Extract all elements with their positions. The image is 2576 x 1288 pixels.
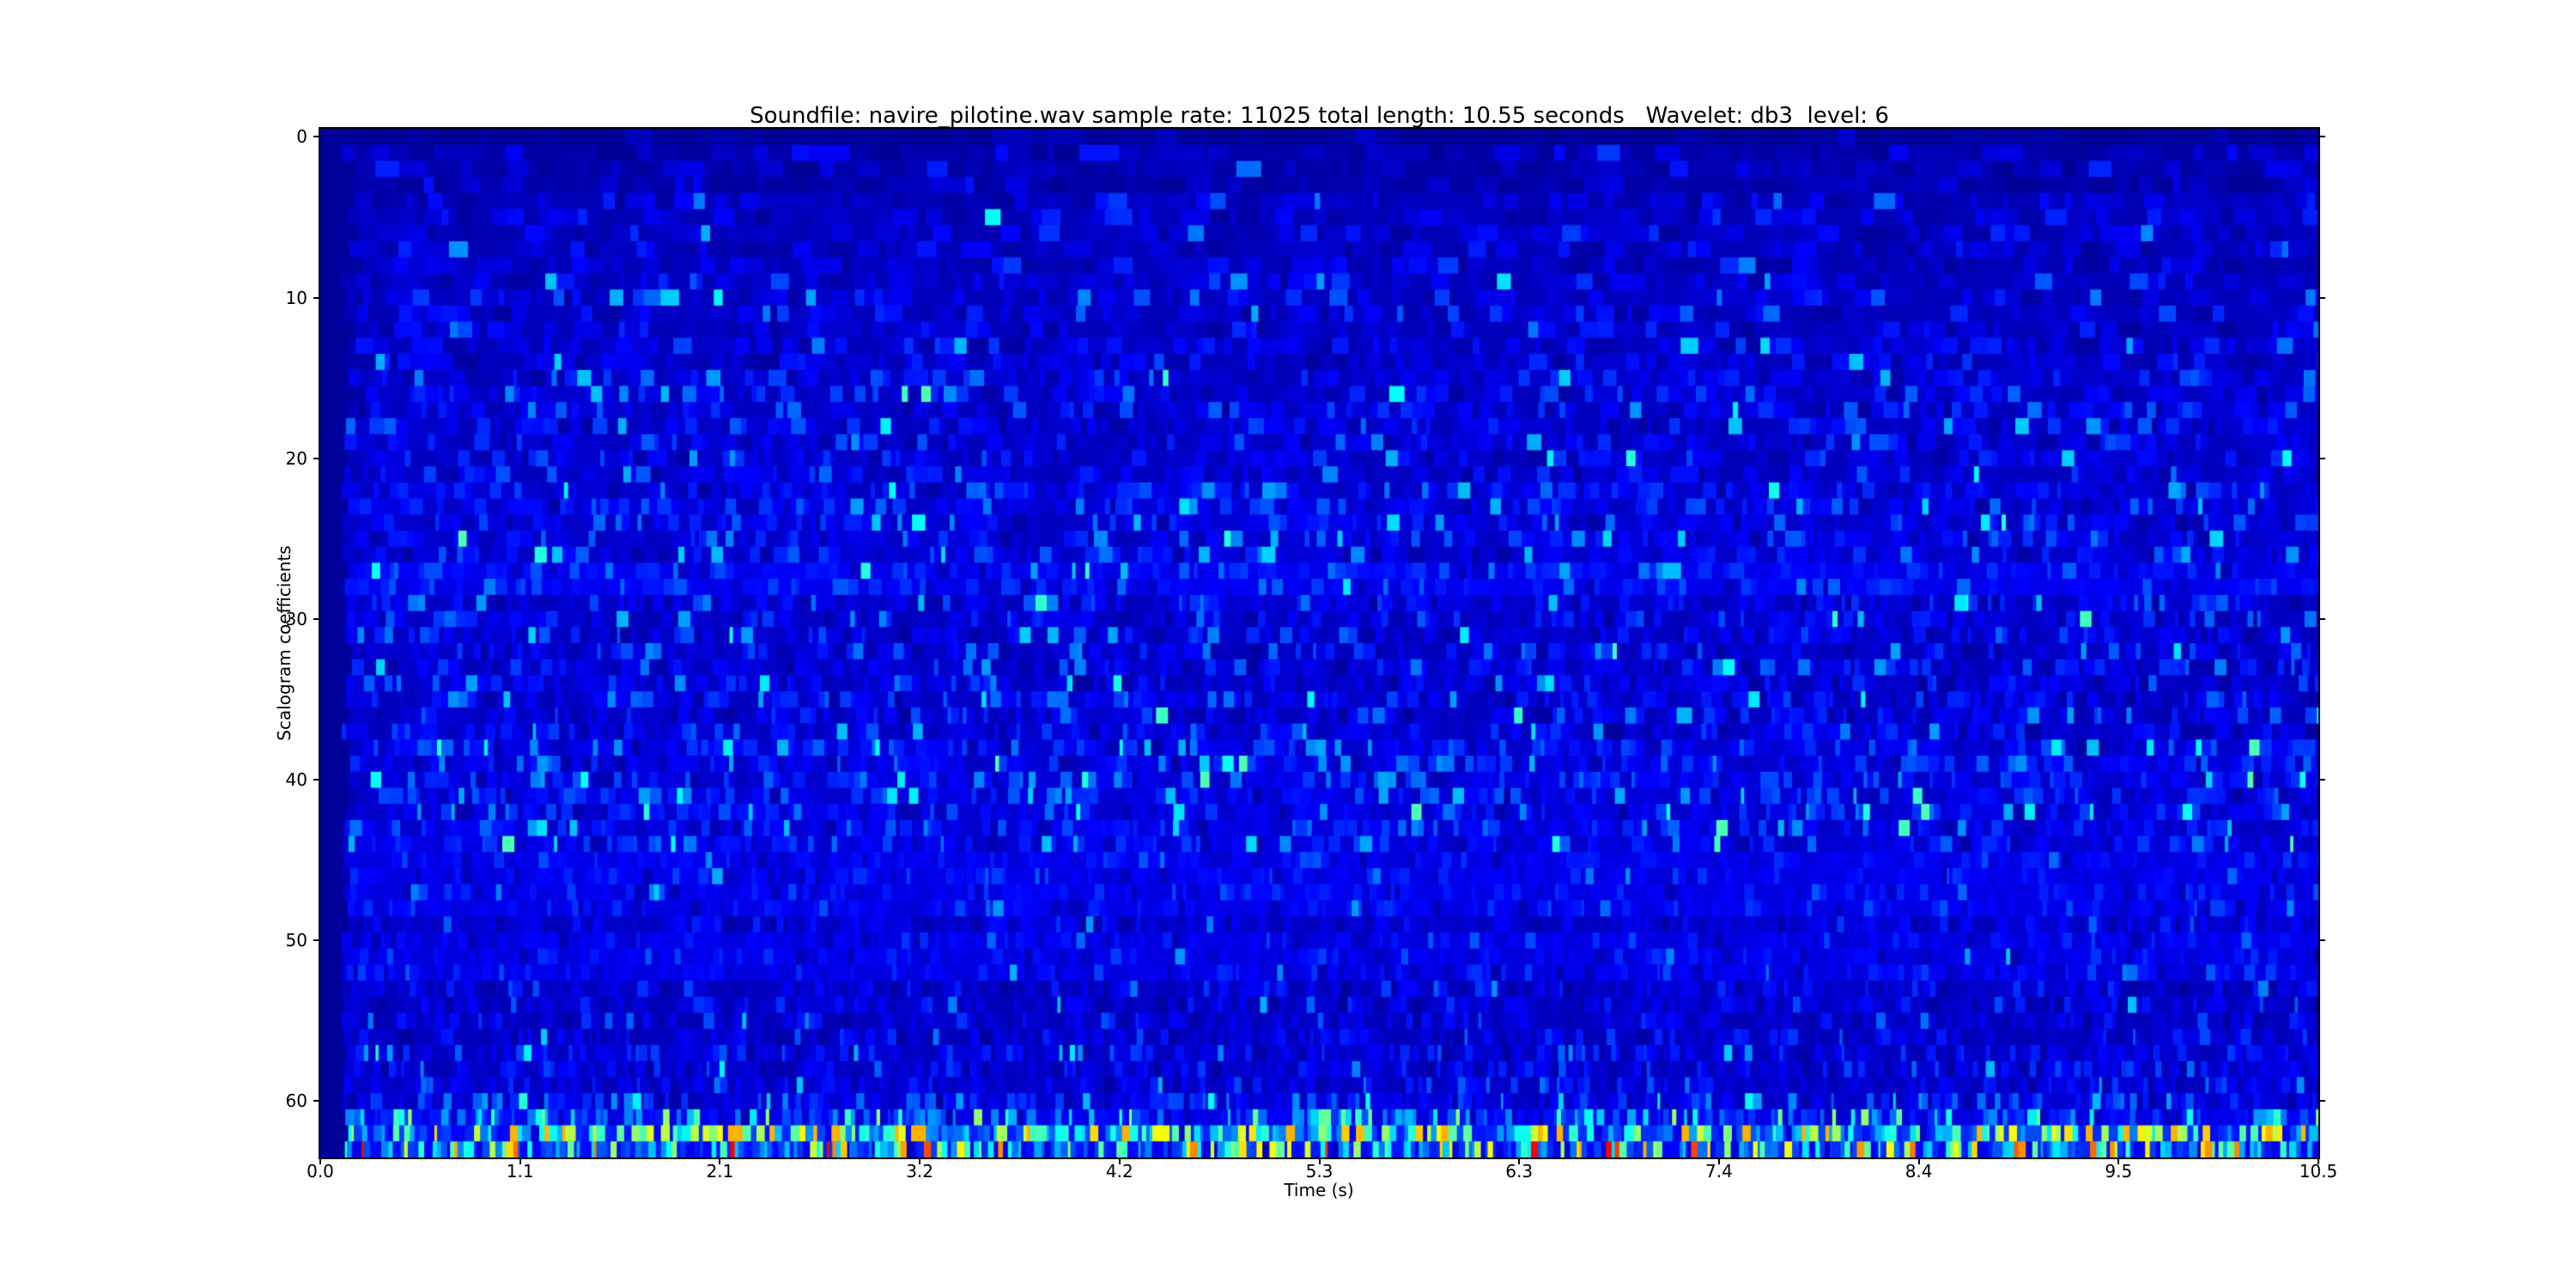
y-tick-mark-right [2320, 457, 2325, 459]
x-tick-label: 5.3 [1305, 1161, 1334, 1182]
y-tick-mark-right [2320, 779, 2325, 781]
y-tick-mark [313, 939, 319, 942]
y-tick-label: 40 [285, 769, 307, 791]
y-tick-mark-right [2320, 939, 2325, 942]
x-tick-label: 9.5 [2105, 1161, 2133, 1182]
chart-title: Soundfile: navire_pilotine.wav sample ra… [750, 103, 1889, 129]
y-tick-label: 60 [285, 1091, 307, 1112]
y-tick-label: 20 [285, 447, 307, 469]
y-tick-mark [313, 457, 319, 459]
y-axis-label: Scalogram coefficients [274, 545, 295, 741]
y-tick-label: 10 [285, 287, 307, 308]
x-tick-label: 0.0 [307, 1161, 334, 1182]
y-tick-mark [313, 136, 319, 138]
y-tick-mark-right [2320, 296, 2325, 299]
x-tick-label: 6.3 [1505, 1161, 1534, 1182]
x-axis-label: Time (s) [1284, 1180, 1354, 1200]
y-tick-mark-right [2320, 1100, 2325, 1103]
plot-area [319, 127, 2320, 1159]
x-tick-label: 7.4 [1704, 1161, 1733, 1182]
y-tick-mark-right [2320, 617, 2325, 620]
x-tick-label: 8.4 [1905, 1161, 1933, 1182]
x-tick-label: 10.5 [2299, 1161, 2338, 1182]
scalogram-figure: Soundfile: navire_pilotine.wav sample ra… [0, 0, 2576, 1288]
scalogram-heatmap-canvas [320, 129, 2318, 1157]
y-tick-label: 50 [285, 930, 307, 951]
x-tick-label: 3.2 [906, 1161, 933, 1182]
y-tick-mark [313, 1100, 319, 1103]
x-tick-label: 2.1 [706, 1161, 734, 1182]
y-tick-label: 30 [285, 608, 307, 629]
y-tick-mark-right [2320, 136, 2325, 138]
x-tick-label: 1.1 [506, 1161, 534, 1182]
y-tick-label: 0 [296, 126, 307, 148]
y-tick-mark [313, 296, 319, 299]
x-tick-label: 4.2 [1105, 1161, 1133, 1182]
y-tick-mark [313, 617, 319, 620]
y-tick-mark [313, 779, 319, 781]
